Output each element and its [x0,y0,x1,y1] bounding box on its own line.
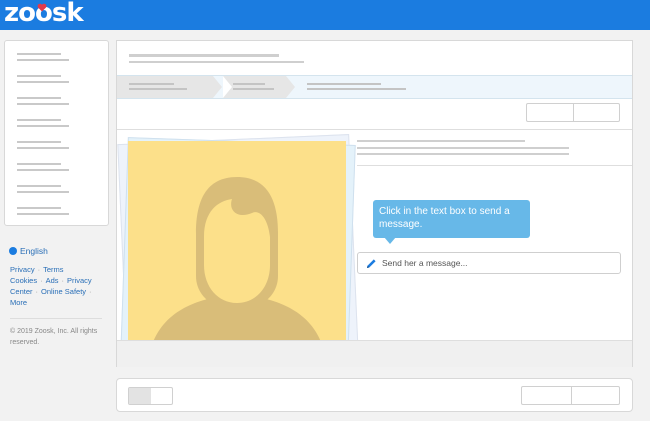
sidebar-item[interactable] [17,53,69,61]
footer-link-terms[interactable]: Terms [43,265,63,274]
sidebar-item[interactable] [17,119,69,127]
top-header: zoosk [0,0,650,30]
bottom-button-group [521,386,620,405]
globe-icon [9,247,17,255]
page-subtitle-placeholder [129,61,304,63]
profile-info-line [357,153,569,155]
panel-footer [117,340,632,367]
sidebar-nav [4,40,109,226]
bottom-action-bar [116,378,633,412]
sidebar-item[interactable] [17,141,69,149]
language-label: English [20,246,48,256]
step-1 [117,76,213,98]
sidebar-item[interactable] [17,97,69,105]
toggle-switch[interactable] [128,387,173,405]
footer-divider [10,318,102,319]
footer-link-more[interactable]: More [10,298,27,307]
pencil-icon [367,259,376,268]
profile-photo[interactable] [128,141,346,359]
top-button-group [526,103,620,122]
tooltip-send-message: Click in the text box to send a message. [373,200,530,238]
silhouette-icon [148,177,326,359]
sidebar-item[interactable] [17,163,69,171]
message-input[interactable] [382,255,612,271]
main-panel: Click in the text box to send a message. [116,40,633,367]
language-selector[interactable]: English [9,246,48,256]
sidebar-item[interactable] [17,207,69,215]
copyright-text: © 2019 Zoosk, Inc. All rights reserved. [10,328,98,346]
bottom-button-right[interactable] [572,387,621,404]
progress-steps [117,75,632,99]
step-2 [223,76,286,98]
page-title-placeholder [129,54,279,57]
profile-info-line [357,140,525,142]
bottom-button-left[interactable] [522,387,571,404]
message-input-box[interactable] [357,252,621,274]
heart-icon [37,3,47,12]
footer-links: Privacy · Terms Cookies · Ads · Privacy Center… [10,265,92,307]
top-button-right[interactable] [574,104,620,121]
footer-link-ads[interactable]: Ads [46,276,59,285]
tooltip-tail [384,237,396,244]
footer-link-privacy[interactable]: Privacy [10,265,35,274]
profile-info-line [357,147,569,149]
footer-link-online-safety[interactable]: Online Safety [41,287,86,296]
sidebar-item[interactable] [17,185,69,193]
footer-link-cookies[interactable]: Cookies [10,276,37,285]
top-button-left[interactable] [527,104,573,121]
sidebar-item[interactable] [17,75,69,83]
